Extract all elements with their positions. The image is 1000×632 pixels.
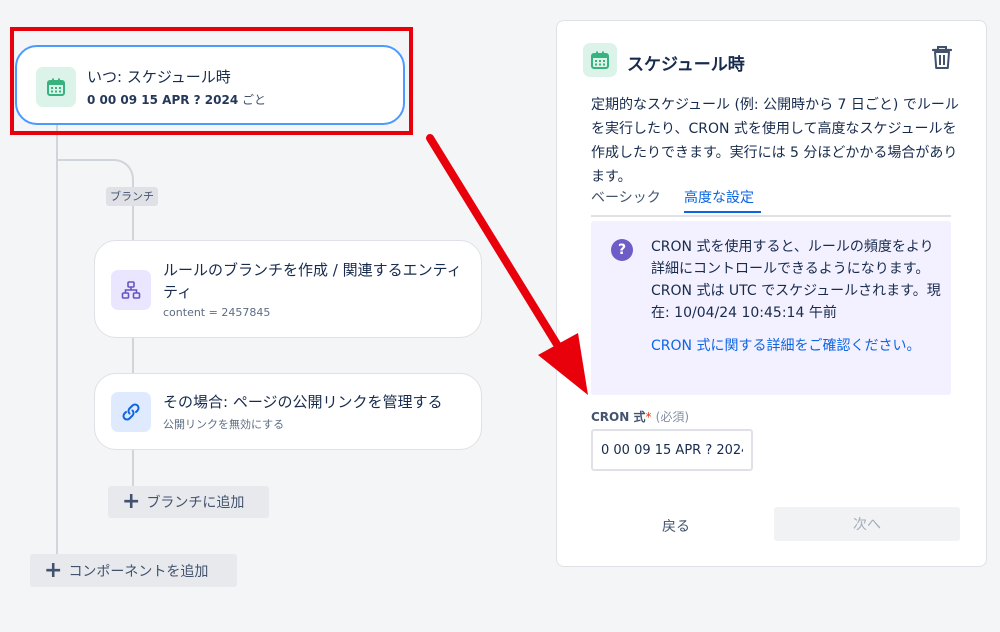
add-to-branch-button[interactable]: + ブランチに追加 (108, 486, 269, 518)
schedule-config-panel: スケジュール時 定期的なスケジュール (例: 公開時から 7 日ごと) でルール… (556, 20, 987, 567)
trash-icon[interactable] (930, 45, 954, 75)
back-button[interactable]: 戻る (641, 509, 711, 543)
flow-connector-branch (132, 204, 134, 241)
flow-connector-main (56, 125, 58, 559)
link-icon (111, 392, 151, 432)
calendar-icon (583, 43, 617, 77)
next-button[interactable]: 次へ (774, 507, 960, 541)
plus-icon: + (122, 489, 141, 514)
cron-info-box: ? CRON 式を使用すると、ルールの頻度をより詳細にコントロールできるようにな… (591, 221, 951, 395)
highlight-box (10, 27, 413, 135)
panel-description: 定期的なスケジュール (例: 公開時から 7 日ごと) でルールを実行したり、C… (591, 97, 959, 185)
tab-advanced[interactable]: 高度な設定 (684, 187, 754, 207)
required-mark: * (645, 410, 652, 424)
branch-node-title: ルールのブランチを作成 / 関連するエンティティ (163, 261, 462, 301)
flow-connector-branch-curve (56, 159, 134, 189)
cron-field-label: CRON 式* (必須) (591, 408, 689, 425)
action-node-card[interactable]: その場合: ページの公開リンクを管理する 公開リンクを無効にする (94, 373, 482, 450)
add-to-branch-label: ブランチに追加 (146, 495, 245, 511)
hierarchy-icon (111, 270, 151, 310)
required-note: (必須) (655, 410, 690, 424)
cron-learn-more-link[interactable]: CRON 式に関する詳細をご確認ください。 (651, 335, 931, 357)
plus-icon: + (44, 557, 63, 583)
add-component-button[interactable]: + コンポーネントを追加 (30, 554, 237, 587)
flow-connector-branch (132, 337, 134, 374)
action-node-title: その場合: ページの公開リンクを管理する (163, 393, 443, 411)
tab-active-indicator (684, 211, 761, 213)
panel-title: スケジュール時 (627, 55, 745, 75)
cron-expression-input[interactable] (591, 429, 753, 471)
cron-field-label-text: CRON 式 (591, 410, 646, 424)
branch-label: ブランチ (106, 187, 158, 206)
branch-node-subtitle: content = 2457845 (163, 306, 271, 319)
add-component-label: コンポーネントを追加 (68, 563, 209, 580)
tab-bar: ベーシック 高度な設定 (591, 183, 951, 217)
cron-info-text: CRON 式を使用すると、ルールの頻度をより詳細にコントロールできるようになりま… (651, 239, 941, 321)
action-node-subtitle: 公開リンクを無効にする (163, 418, 285, 431)
branch-node-card[interactable]: ルールのブランチを作成 / 関連するエンティティ content = 24578… (94, 240, 482, 338)
tab-basic[interactable]: ベーシック (591, 187, 661, 207)
flow-connector-branch (132, 449, 134, 487)
question-icon: ? (611, 239, 633, 261)
